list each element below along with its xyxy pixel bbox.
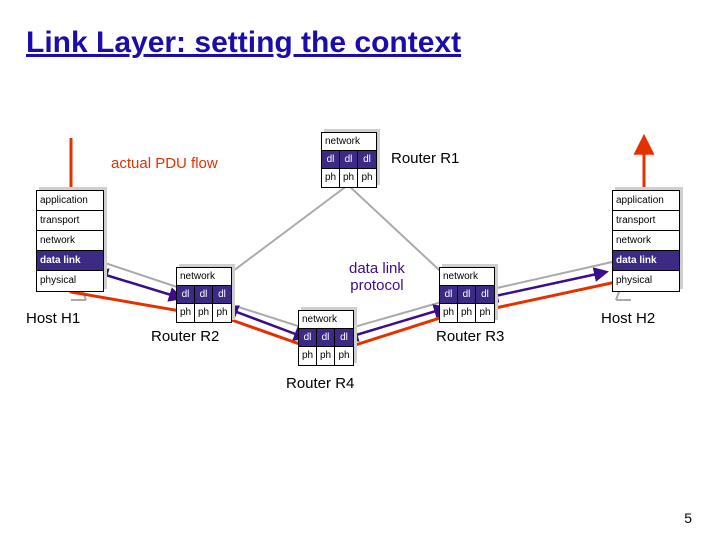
annotation-pdu-flow: actual PDU flow	[111, 155, 218, 172]
label-router-r2: Router R2	[151, 328, 219, 345]
router-dl: dl	[317, 329, 335, 347]
label-router-r4: Router R4	[286, 375, 354, 392]
router-r4-stack: network dl dl dl ph ph ph	[298, 310, 354, 366]
router-net: network	[322, 133, 376, 151]
annotation-dl-protocol: data link protocol	[349, 260, 405, 294]
router-ph: ph	[335, 347, 353, 365]
router-ph: ph	[317, 347, 335, 365]
router-dl: dl	[195, 286, 213, 304]
router-ph: ph	[476, 304, 494, 322]
slide-title: Link Layer: setting the context	[26, 26, 461, 60]
router-ph: ph	[213, 304, 231, 322]
layer-network: network	[37, 231, 103, 251]
diagram: actual PDU flow data link protocol appli…	[26, 100, 694, 460]
label-host-h1: Host H1	[26, 310, 80, 327]
router-dl: dl	[322, 151, 340, 169]
router-dl: dl	[358, 151, 376, 169]
router-dl: dl	[440, 286, 458, 304]
label-router-r1: Router R1	[391, 150, 459, 167]
layer-transport: transport	[613, 211, 679, 231]
host-h1-stack: application transport network data link …	[36, 190, 104, 292]
label-router-r3: Router R3	[436, 328, 504, 345]
router-ph: ph	[358, 169, 376, 187]
layer-physical: physical	[613, 271, 679, 291]
router-ph: ph	[177, 304, 195, 322]
router-dl: dl	[340, 151, 358, 169]
layer-application: application	[37, 191, 103, 211]
layer-transport: transport	[37, 211, 103, 231]
router-dl: dl	[335, 329, 353, 347]
router-net: network	[440, 268, 494, 286]
router-dl: dl	[458, 286, 476, 304]
router-r1-stack: network dl dl dl ph ph ph	[321, 132, 377, 188]
layer-datalink: data link	[37, 251, 103, 271]
label-host-h2: Host H2	[601, 310, 655, 327]
layer-datalink: data link	[613, 251, 679, 271]
layer-physical: physical	[37, 271, 103, 291]
router-ph: ph	[299, 347, 317, 365]
router-ph: ph	[322, 169, 340, 187]
router-ph: ph	[440, 304, 458, 322]
host-h2-stack: application transport network data link …	[612, 190, 680, 292]
page-number: 5	[684, 510, 692, 526]
router-ph: ph	[458, 304, 476, 322]
router-dl: dl	[476, 286, 494, 304]
layer-network: network	[613, 231, 679, 251]
router-r3-stack: network dl dl dl ph ph ph	[439, 267, 495, 323]
router-dl: dl	[213, 286, 231, 304]
router-ph: ph	[340, 169, 358, 187]
layer-application: application	[613, 191, 679, 211]
router-dl: dl	[299, 329, 317, 347]
router-net: network	[299, 311, 353, 329]
router-ph: ph	[195, 304, 213, 322]
router-r2-stack: network dl dl dl ph ph ph	[176, 267, 232, 323]
router-dl: dl	[177, 286, 195, 304]
router-net: network	[177, 268, 231, 286]
